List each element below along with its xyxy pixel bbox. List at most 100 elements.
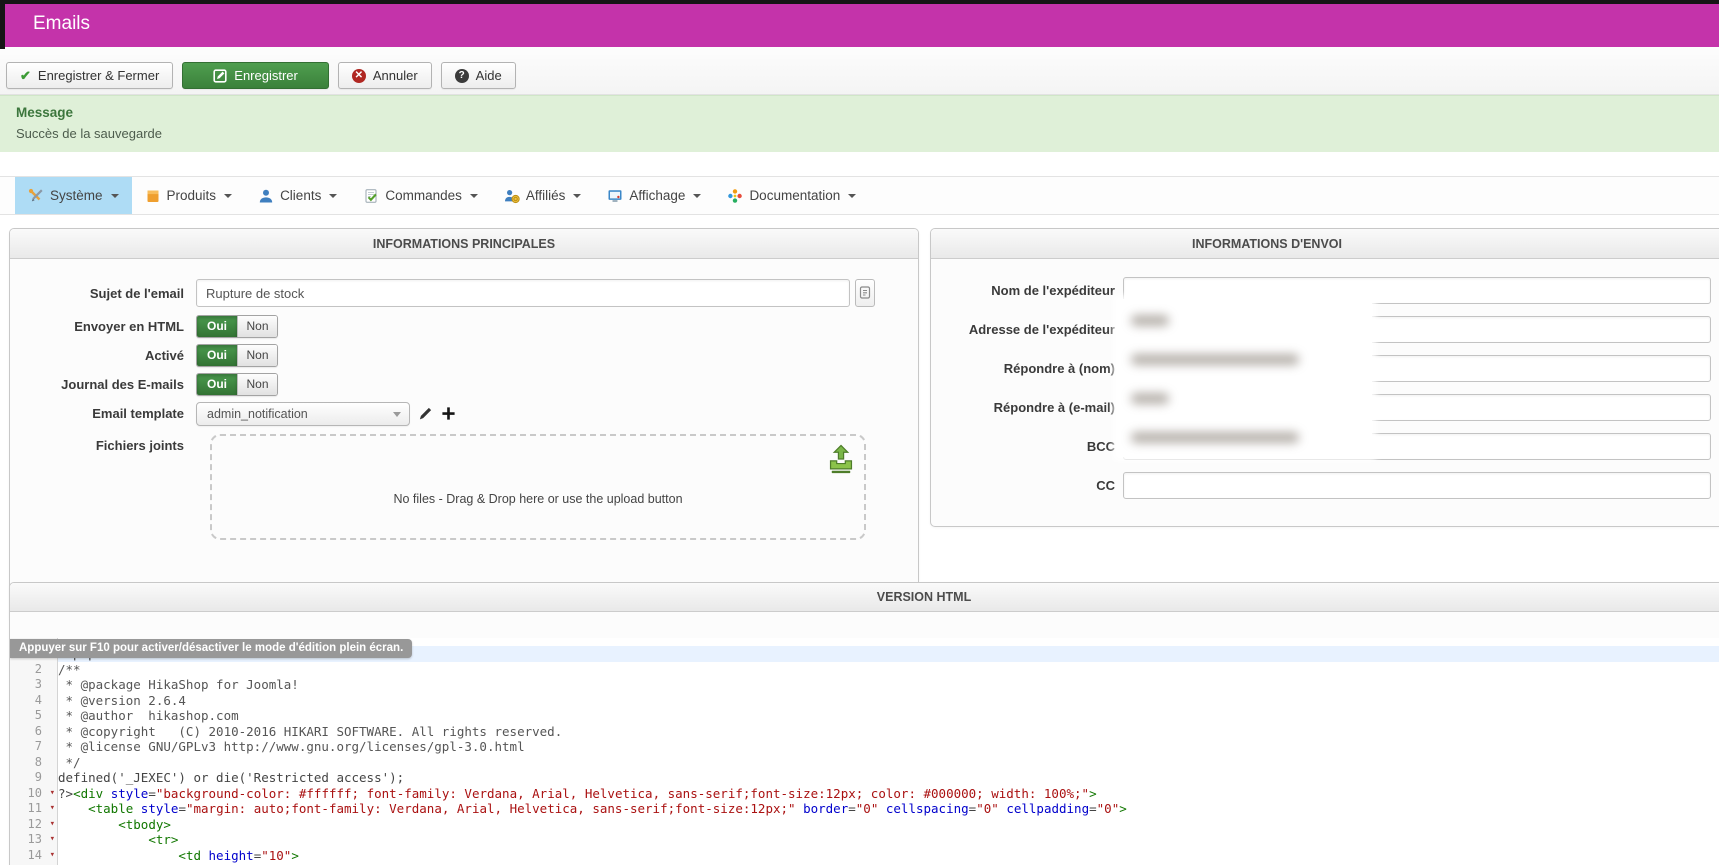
attachments-dropzone[interactable]: No files - Drag & Drop here or use the u… [210,434,866,540]
code-editor[interactable]: Appuyer sur F10 pour activer/désactiver … [10,638,1719,865]
code-line-2: /** [58,661,81,677]
caret-down-icon [693,193,702,198]
line-number: 6 [34,723,42,738]
redacted-value [1131,393,1169,404]
send-informations-panel: INFORMATIONS D'ENVOI Nom de l'expéditeur… [930,228,1719,527]
page-header: Emails [0,3,1719,47]
cc-row: CC [931,472,1719,499]
send-html-toggle-no[interactable]: Non [237,316,277,337]
menu-item-produits[interactable]: Produits [132,177,246,214]
log-toggle-yes[interactable]: Oui [197,374,237,395]
message-title: Message [16,105,74,120]
enabled-label: Activé [144,348,184,363]
menu-item-clients[interactable]: Clients [245,177,350,214]
line-number: 12 ▾ [27,816,55,833]
line-number-gutter: 12345678910▾11▾12▾13▾14▾15 [10,638,58,865]
menu-item-commandes[interactable]: Commandes [350,177,491,214]
sender-name-label: Nom de l'expéditeur [991,283,1115,298]
main-informations-panel: INFORMATIONS PRINCIPALES Sujet de l'emai… [9,228,919,622]
main-panel-title: INFORMATIONS PRINCIPALES [10,229,918,259]
code-line-14: <td height="10"> [178,847,299,863]
fold-arrow-icon[interactable]: ▾ [50,786,55,802]
fullscreen-hint-tooltip: Appuyer sur F10 pour activer/désactiver … [10,639,413,658]
sender-address-label: Adresse de l'expéditeur [968,322,1115,337]
add-template-button[interactable] [441,406,456,421]
cc-label: CC [1096,478,1115,493]
save-button[interactable]: Enregistrer [182,62,329,89]
template-label: Email template [92,406,184,421]
cancel-button-label: Annuler [372,68,418,83]
menu-item-label: Documentation [749,188,841,203]
caret-down-icon [110,193,119,198]
attachments-label: Fichiers joints [95,438,184,453]
log-row: Journal des E-mails Oui Non [10,372,918,397]
page-title: Emails [33,13,91,34]
display-icon [607,188,623,204]
cc-input[interactable] [1123,472,1711,499]
input-addon-icon[interactable] [855,279,875,307]
enabled-toggle-no[interactable]: Non [237,345,277,366]
menu-item-affilies[interactable]: Affiliés [491,177,595,214]
cancel-button[interactable]: ✕ Annuler [337,62,432,89]
send-panel-title-bar: INFORMATIONS D'ENVOI [931,229,1719,259]
menu-item-label: Clients [280,188,322,203]
save-icon [213,68,227,83]
redacted-blur-region [1117,299,1372,457]
help-button[interactable]: ? Aide [440,62,516,89]
menu-item-affichage[interactable]: Affichage [594,177,714,214]
redacted-value [1131,432,1299,443]
pencil-icon [419,407,432,420]
replyto-name-label: Répondre à (nom) [1003,361,1115,376]
mini-document-icon [859,286,871,299]
code-line-13: <tr> [148,832,179,847]
code-area: 12345678910▾11▾12▾13▾14▾15 <?php/** * @p… [10,638,1719,865]
bcc-label: BCC [1086,439,1115,454]
log-toggle-no[interactable]: Non [237,374,277,395]
fold-arrow-icon[interactable]: ▾ [50,832,55,848]
subject-row: Sujet de l'email [10,279,918,307]
code-line-3: * @package HikaShop for Joomla! [58,677,299,692]
edit-template-button[interactable] [418,406,433,421]
redacted-value [1131,315,1169,326]
code-content[interactable]: <?php/** * @package HikaShop for Joomla!… [58,638,1719,865]
subject-label: Sujet de l'email [89,285,184,301]
fold-arrow-icon[interactable]: ▾ [50,848,55,864]
caret-down-icon [848,193,857,198]
window-edge-top [0,0,1719,4]
affiliate-icon [504,188,520,204]
menu-item-documentation[interactable]: Documentation [714,177,869,214]
subject-input[interactable] [196,279,850,307]
caret-down-icon [224,193,233,198]
line-number: 13 ▾ [27,832,55,848]
caret-down-icon [469,193,478,198]
enabled-toggle: Oui Non [196,344,278,367]
code-line-9: defined('_JEXEC') or die('Restricted acc… [58,770,405,785]
enabled-toggle-yes[interactable]: Oui [197,345,237,366]
template-selected-value: admin_notification [207,406,308,421]
attachments-row: Fichiers joints No files - Drag & Drop h… [10,434,918,540]
fold-arrow-icon[interactable]: ▾ [50,801,55,817]
menu-item-systeme[interactable]: Système [15,177,132,214]
admin-menubar: Système Produits Clients Commandes Affiliés A… [0,176,1719,215]
menu-item-label: Système [50,188,103,203]
line-number: 3 [34,677,42,691]
save-close-button[interactable]: ✔ Enregistrer & Fermer [6,62,174,89]
toolbar: ✔ Enregistrer & Fermer Enregistrer ✕ Annuler… [0,47,1719,95]
template-select[interactable]: admin_notification [196,401,410,426]
user-icon [258,188,274,204]
caret-down-icon [329,193,338,198]
doc-icon [727,188,743,204]
send-html-toggle: Oui Non [196,315,278,338]
chevron-down-icon [393,411,401,417]
upload-button[interactable] [826,443,856,480]
code-line-11: <table style="margin: auto;font-family: … [88,801,1127,816]
send-html-toggle-yes[interactable]: Oui [197,316,237,337]
send-html-label: Envoyer en HTML [74,319,184,334]
fold-arrow-icon[interactable]: ▾ [50,817,55,833]
upload-icon [829,444,853,474]
redacted-value [1131,354,1299,365]
message-text: Succès de la sauvegarde [16,126,162,141]
line-number: 14 ▾ [27,847,55,864]
success-message-box: Message Succès de la sauvegarde [0,95,1719,152]
plus-icon [442,407,455,420]
